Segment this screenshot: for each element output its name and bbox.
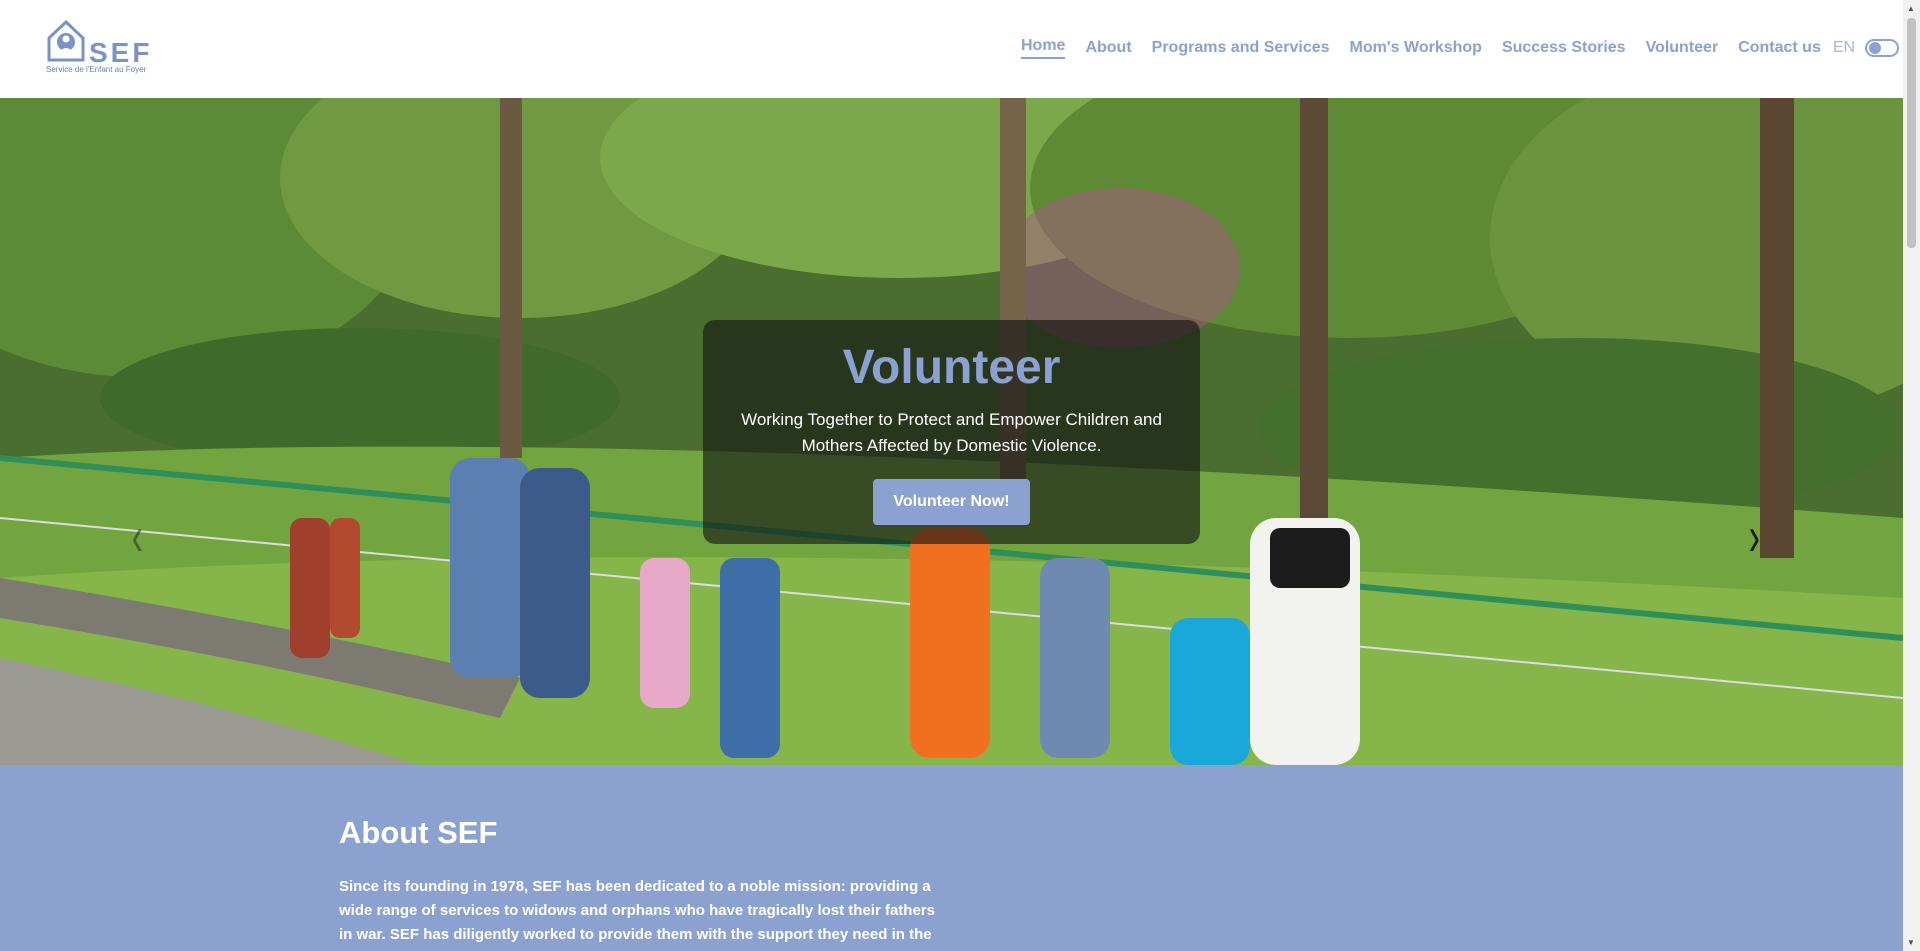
nav-home[interactable]: Home [1021, 37, 1066, 59]
scroll-down-icon[interactable]: ▼ [1907, 938, 1915, 947]
nav-about[interactable]: About [1085, 39, 1131, 57]
nav-contact[interactable]: Contact us [1738, 39, 1821, 57]
hero-caption: Volunteer Working Together to Protect an… [703, 320, 1200, 544]
logo-tagline: Service de l'Enfant au Foyer [46, 65, 147, 74]
about-text: Since its founding in 1978, SEF has been… [339, 878, 935, 943]
site-header: SEF Service de l'Enfant au Foyer Home Ab… [0, 0, 1903, 98]
page-scrollbar[interactable]: ▲ ▼ [1903, 0, 1920, 951]
nav-success-stories[interactable]: Success Stories [1502, 39, 1626, 57]
scroll-up-icon[interactable]: ▲ [1907, 4, 1915, 13]
hero-carousel: Volunteer Working Together to Protect an… [0, 98, 1903, 765]
hero-subtitle: Working Together to Protect and Empower … [741, 410, 1162, 455]
language-toggle[interactable] [1865, 39, 1900, 57]
main-nav: Home About Programs and Services Mom's W… [1021, 37, 1900, 59]
volunteer-now-button[interactable]: Volunteer Now! [873, 479, 1030, 525]
nav-volunteer[interactable]: Volunteer [1646, 39, 1719, 57]
nav-programs[interactable]: Programs and Services [1152, 39, 1330, 57]
about-title: About SEF [339, 815, 498, 850]
language-label: EN [1832, 39, 1856, 56]
carousel-next-icon[interactable]: › [1749, 503, 1760, 568]
carousel-prev-icon[interactable]: ‹ [132, 503, 143, 568]
nav-moms-workshop[interactable]: Mom's Workshop [1350, 39, 1482, 57]
scroll-thumb[interactable] [1907, 18, 1916, 248]
toggle-knob [1869, 42, 1882, 54]
house-logo-icon [47, 20, 85, 62]
sef-logo[interactable]: SEF Service de l'Enfant au Foyer [46, 20, 154, 76]
hero-title: Volunteer [842, 341, 1061, 394]
about-section: About SEF Since its founding in 1978, SE… [0, 765, 1903, 951]
